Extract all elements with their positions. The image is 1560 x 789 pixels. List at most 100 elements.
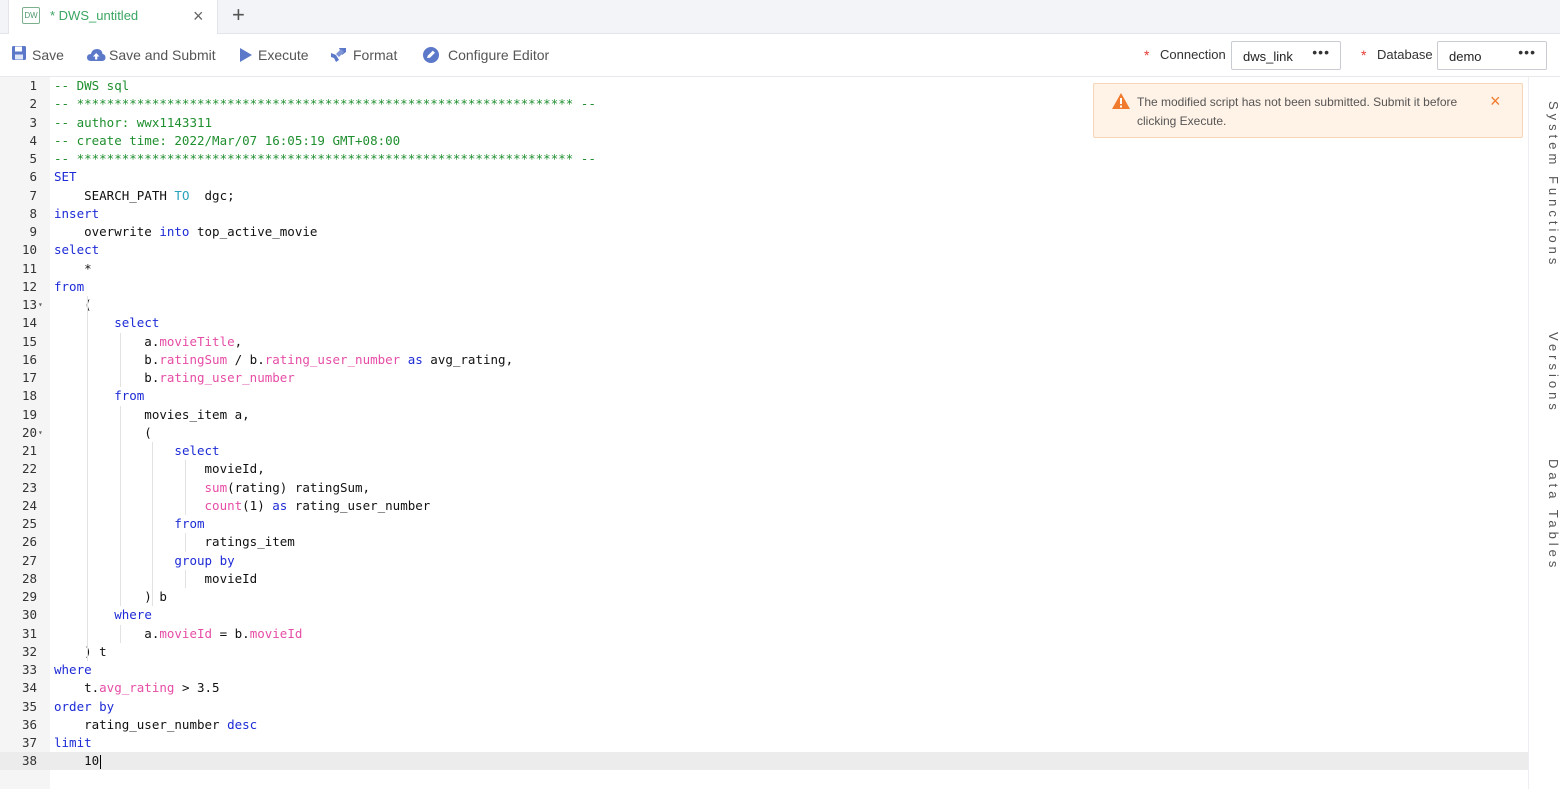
code-token: as <box>400 351 423 367</box>
tab-dws-untitled[interactable]: DW * DWS_untitled × <box>8 0 218 34</box>
code-text: ) t <box>54 643 107 661</box>
data-tables-tab[interactable]: Data Tables <box>1529 459 1560 571</box>
code-line[interactable]: 15 a.movieTitle, <box>0 333 1528 351</box>
code-line[interactable]: 11 * <box>0 260 1528 278</box>
code-text: from <box>54 387 144 405</box>
code-line[interactable]: 8 insert <box>0 205 1528 223</box>
code-token: avg_rating, <box>422 351 514 367</box>
code-line[interactable]: 7 SEARCH_PATH TO dgc; <box>0 187 1528 205</box>
code-token: movieId <box>249 625 303 641</box>
code-line[interactable]: 28 movieId <box>0 570 1528 588</box>
format-button[interactable]: Format <box>330 46 400 66</box>
connection-more-icon[interactable]: ••• <box>1312 44 1330 60</box>
code-token: 10 <box>54 753 100 769</box>
alert-close-icon[interactable]: × <box>1490 91 1501 111</box>
code-line[interactable]: 18 from <box>0 387 1528 405</box>
code-text: from <box>54 515 204 533</box>
configure-editor-icon <box>423 47 439 63</box>
code-line[interactable]: 5 -- ************************************… <box>0 150 1528 168</box>
code-line[interactable]: 35 order by <box>0 698 1528 716</box>
line-number: 8 <box>29 205 37 221</box>
code-text: -- author: wwx1143311 <box>54 114 212 132</box>
code-line[interactable]: 37 limit <box>0 734 1528 752</box>
code-text: order by <box>54 698 114 716</box>
code-line[interactable]: 14 select <box>0 314 1528 332</box>
system-functions-tab[interactable]: System Functions <box>1529 101 1560 268</box>
code-text: a.movieTitle, <box>54 333 242 351</box>
tab-close-icon[interactable]: × <box>193 6 204 26</box>
code-token: movieTitle <box>159 333 235 349</box>
code-token: insert <box>54 205 100 221</box>
code-line[interactable]: 34 t.avg_rating > 3.5 <box>0 679 1528 697</box>
line-number: 23 <box>21 479 37 495</box>
database-value: demo <box>1449 49 1482 64</box>
code-token: rating_user_number <box>159 370 295 385</box>
code-token: ( <box>54 424 152 440</box>
code-line[interactable]: 16 b.ratingSum / b.rating_user_number as… <box>0 351 1528 369</box>
code-text: where <box>54 606 152 624</box>
database-more-icon[interactable]: ••• <box>1518 44 1536 60</box>
versions-tab[interactable]: Versions <box>1529 332 1560 414</box>
line-number: 5 <box>29 151 37 166</box>
code-token: select <box>54 242 100 258</box>
code-token: * <box>54 260 92 276</box>
code-line[interactable]: 6 SET <box>0 168 1528 186</box>
code-line[interactable]: 19 movies_item a, <box>0 406 1528 424</box>
line-number: 16 <box>21 351 37 367</box>
add-tab-icon[interactable]: + <box>232 3 245 27</box>
configure-editor-button[interactable]: Configure Editor <box>422 46 550 66</box>
code-token: ) b <box>54 589 167 604</box>
code-line[interactable]: 38 10 <box>0 752 1528 771</box>
fold-toggle-icon[interactable]: ▾ <box>38 296 43 314</box>
code-line[interactable]: 17 b.rating_user_number <box>0 369 1528 387</box>
code-text: SEARCH_PATH TO dgc; <box>54 187 235 205</box>
code-line[interactable]: 32 ) t <box>0 643 1528 661</box>
warning-icon <box>1112 93 1130 109</box>
code-line[interactable]: 12 from <box>0 278 1528 296</box>
code-text: select <box>54 241 99 259</box>
code-line[interactable]: 31 a.movieId = b.movieId <box>0 625 1528 643</box>
indent-guide <box>119 405 121 607</box>
code-line[interactable]: 13 ▾ ( <box>0 296 1528 314</box>
connection-label: Connection <box>1160 47 1226 62</box>
code-text: b.ratingSum / b.rating_user_number as av… <box>54 351 513 369</box>
code-token: b. <box>54 370 160 385</box>
code-line[interactable]: 25 from <box>0 515 1528 533</box>
code-line[interactable]: 20 ▾ ( <box>0 424 1528 442</box>
code-line[interactable]: 26 ratings_item <box>0 533 1528 551</box>
database-select[interactable]: demo ••• <box>1437 41 1547 70</box>
code-text: from <box>54 278 84 296</box>
indent-guide <box>185 569 187 588</box>
indent-guide <box>119 624 121 643</box>
code-text: group by <box>54 552 234 570</box>
code-line[interactable]: 27 group by <box>0 552 1528 570</box>
line-number: 33 <box>21 662 37 677</box>
code-line[interactable]: 9 overwrite into top_active_movie <box>0 223 1528 241</box>
save-and-submit-button[interactable]: Save and Submit <box>86 46 220 66</box>
code-line[interactable]: 23 sum(rating) ratingSum, <box>0 479 1528 497</box>
code-token: SEARCH_PATH <box>54 187 175 203</box>
execute-button[interactable]: Execute <box>238 46 310 66</box>
sql-editor[interactable]: 1 -- DWS sql 2 -- *************************… <box>0 77 1528 789</box>
connection-required-mark: * <box>1144 47 1150 63</box>
code-token: , <box>234 333 243 349</box>
fold-toggle-icon[interactable]: ▾ <box>38 424 43 442</box>
code-token: a. <box>54 625 160 641</box>
code-line[interactable]: 22 movieId, <box>0 460 1528 478</box>
save-button[interactable]: Save <box>11 46 67 66</box>
code-line[interactable]: 30 where <box>0 606 1528 624</box>
code-text: select <box>54 442 219 460</box>
code-line[interactable]: 29 ) b <box>0 588 1528 606</box>
code-line[interactable]: 36 rating_user_number desc <box>0 716 1528 734</box>
code-token: -- *************************************… <box>54 96 596 112</box>
code-line[interactable]: 21 select <box>0 442 1528 460</box>
code-token: ratingSum <box>159 351 228 367</box>
code-line[interactable]: 10 select <box>0 241 1528 259</box>
code-line[interactable]: 24 count(1) as rating_user_number <box>0 497 1528 515</box>
line-number: 15 <box>21 333 37 349</box>
line-number: 14 <box>21 315 37 331</box>
connection-select[interactable]: dws_link ••• <box>1231 41 1341 70</box>
code-line[interactable]: 33 where <box>0 661 1528 679</box>
